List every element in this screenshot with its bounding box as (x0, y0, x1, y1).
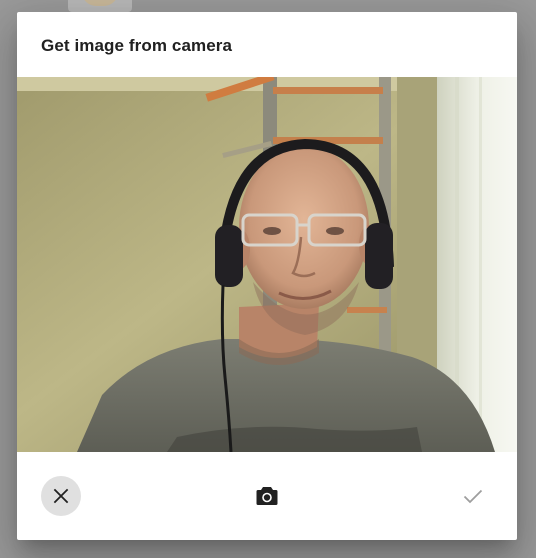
dialog-actions (17, 452, 517, 540)
camera-icon (256, 486, 278, 506)
camera-dialog: Get image from camera (17, 12, 517, 540)
capture-button[interactable] (247, 476, 287, 516)
background-avatar (68, 0, 132, 12)
confirm-button[interactable] (453, 476, 493, 516)
check-icon (463, 488, 483, 504)
webcam-frame (17, 77, 517, 452)
close-icon (53, 488, 69, 504)
camera-preview (17, 77, 517, 452)
dialog-title: Get image from camera (41, 36, 233, 55)
cancel-button[interactable] (41, 476, 81, 516)
